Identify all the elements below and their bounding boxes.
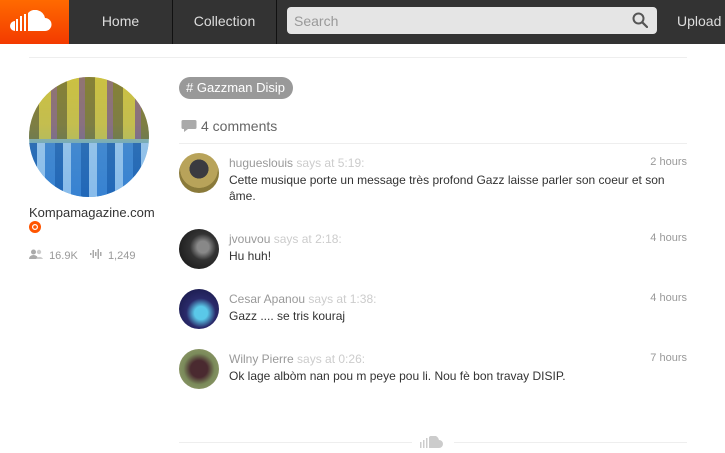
search-icon[interactable]: [632, 12, 648, 28]
nav-upload[interactable]: Upload: [677, 0, 721, 44]
followers-count[interactable]: 16.9K: [49, 250, 78, 262]
top-bar: Home Collection Upload: [0, 0, 725, 44]
divider: [454, 442, 687, 443]
user-stats: 16.9K 1,249: [29, 249, 135, 262]
nav-home[interactable]: Home: [69, 0, 173, 44]
pro-star-icon: [29, 221, 41, 233]
commenter-name[interactable]: jvouvou: [229, 232, 270, 246]
search-box: [287, 7, 657, 34]
comment-age: 4 hours: [650, 292, 687, 304]
user-name-link[interactable]: Kompamagazine.com: [29, 205, 155, 220]
comment-text: Cette musique porte un message très prof…: [229, 173, 665, 203]
comment-timestamp[interactable]: says at 0:26:: [297, 352, 365, 366]
comment-age: 7 hours: [650, 352, 687, 364]
comment-timestamp[interactable]: says at 5:19:: [296, 156, 364, 170]
comment-item: jvouvou says at 2:18: 4 hours Hu huh!: [179, 229, 687, 279]
commenter-avatar[interactable]: [179, 153, 219, 193]
comment-timestamp[interactable]: says at 2:18:: [274, 232, 342, 246]
comment-item: Cesar Apanou says at 1:38: 4 hours Gazz …: [179, 289, 687, 339]
comment-text: Hu huh!: [229, 249, 272, 263]
tag-label: Gazzman Disip: [196, 80, 285, 95]
comment-timestamp[interactable]: says at 1:38:: [308, 292, 376, 306]
followers-icon: [29, 249, 43, 262]
divider: [179, 143, 687, 144]
commenter-avatar[interactable]: [179, 229, 219, 269]
comment-age: 2 hours: [650, 156, 687, 168]
commenter-name[interactable]: hugueslouis: [229, 156, 293, 170]
tracks-icon: [89, 249, 102, 262]
commenter-name[interactable]: Wilny Pierre: [229, 352, 294, 366]
comment-text: Ok lage albòm nan pou m peye pou li. Nou…: [229, 369, 566, 383]
comments-count: 4 comments: [181, 118, 277, 134]
commenter-avatar[interactable]: [179, 349, 219, 389]
tag-hash: #: [186, 80, 194, 95]
user-avatar[interactable]: [29, 77, 149, 197]
tracks-count[interactable]: 1,249: [108, 250, 136, 262]
comment-item: hugueslouis says at 5:19: 2 hours Cette …: [179, 153, 687, 203]
comment-item: Wilny Pierre says at 0:26: 7 hours Ok la…: [179, 349, 687, 399]
commenter-avatar[interactable]: [179, 289, 219, 329]
divider: [179, 442, 412, 443]
comment-icon: [181, 120, 197, 132]
comments-heading: 4 comments: [201, 118, 278, 134]
soundcloud-logo-icon[interactable]: [0, 0, 69, 44]
comment-age: 4 hours: [650, 232, 687, 244]
commenter-name[interactable]: Cesar Apanou: [229, 292, 305, 306]
nav-collection[interactable]: Collection: [173, 0, 277, 44]
comment-text: Gazz .... se tris kouraj: [229, 309, 346, 323]
divider: [29, 57, 687, 58]
search-input[interactable]: [287, 7, 627, 34]
tag-gazzman-disip[interactable]: # Gazzman Disip: [179, 77, 293, 99]
soundcloud-logo-icon: [420, 436, 443, 448]
